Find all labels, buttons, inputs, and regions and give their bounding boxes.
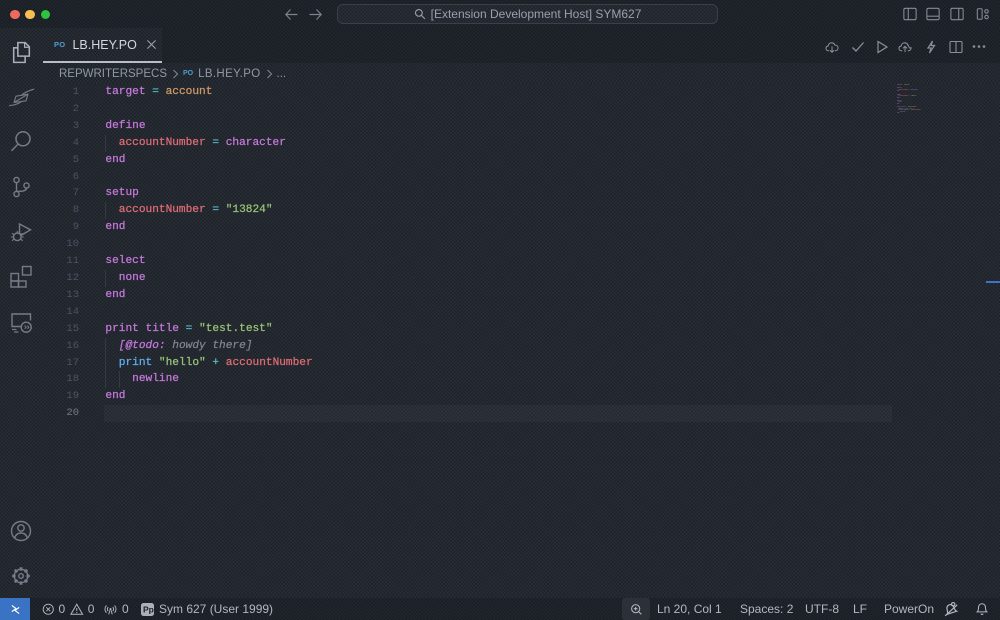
svg-text:Pp: Pp — [143, 604, 154, 614]
